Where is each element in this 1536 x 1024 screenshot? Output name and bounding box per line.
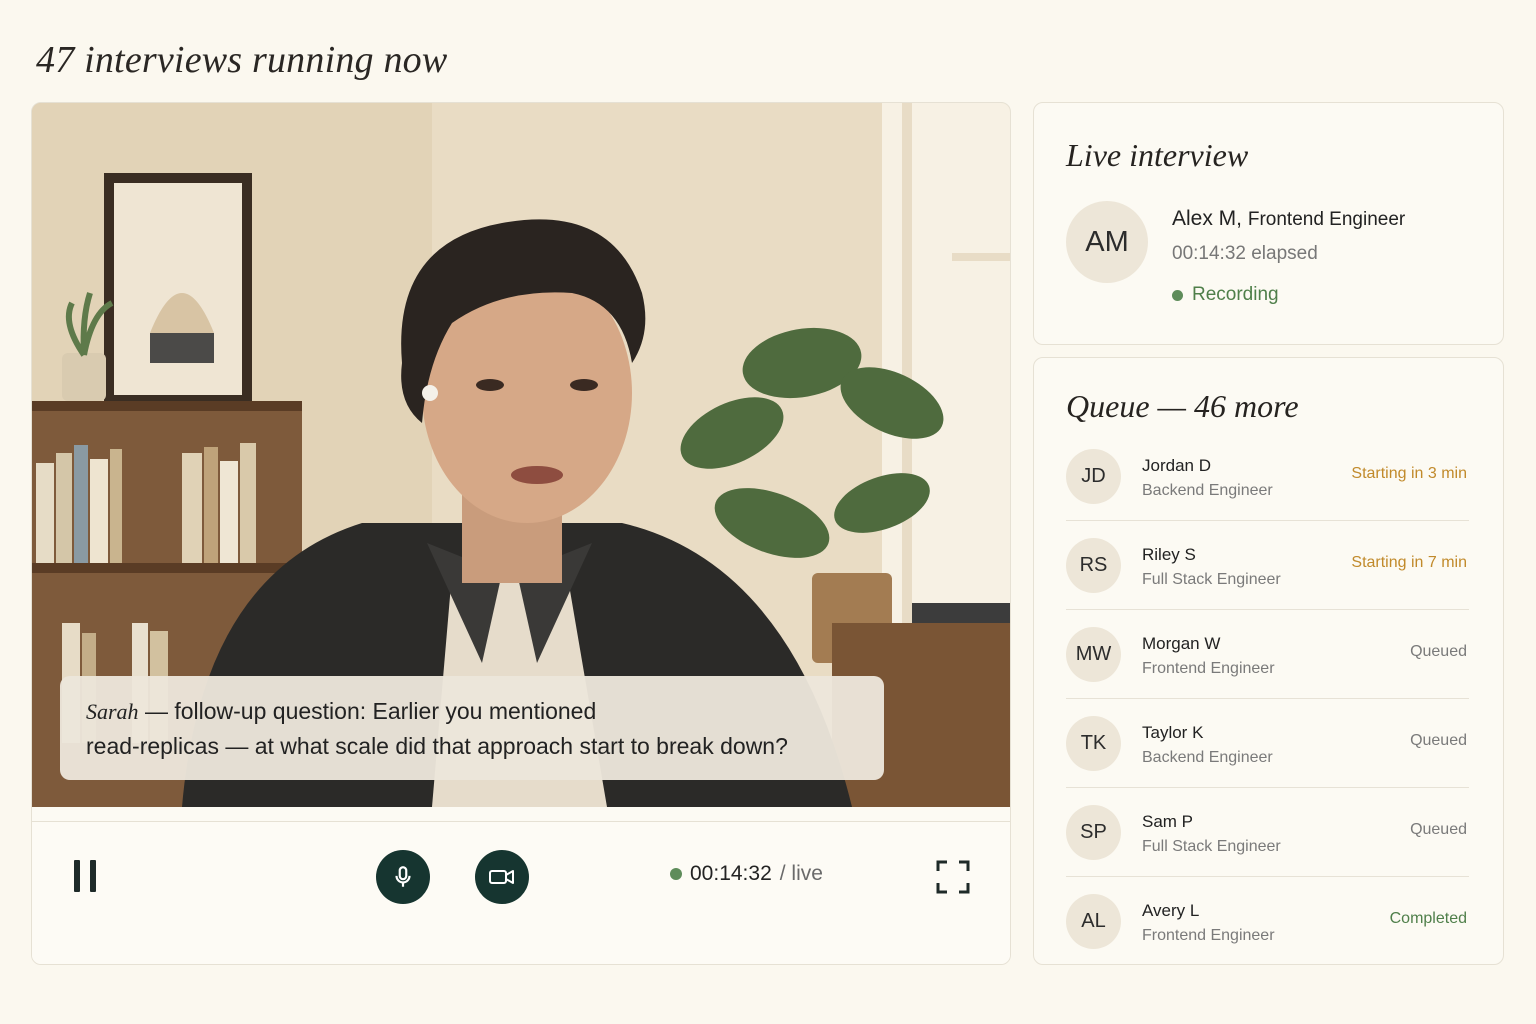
call-timer: 00:14:32 / live (670, 862, 823, 886)
queue-status: Starting in 7 min (1351, 554, 1467, 571)
avatar: TK (1066, 716, 1121, 771)
queue-status: Starting in 3 min (1351, 465, 1467, 482)
caption-separator: — (138, 698, 175, 724)
video-camera-icon (489, 870, 514, 884)
live-indicator-dot (670, 868, 682, 880)
fullscreen-icon (936, 860, 970, 894)
page-title: 47 interviews running now (36, 39, 448, 81)
candidate-name-role: Alex M, Frontend Engineer (1172, 207, 1405, 231)
caption-line-1: follow-up question: Earlier you mentione… (174, 698, 597, 724)
camera-button[interactable] (475, 850, 529, 904)
queue-name: Jordan D (1142, 456, 1211, 475)
list-item[interactable]: AL Avery L Frontend Engineer Completed (1066, 877, 1469, 966)
queue-role: Full Stack Engineer (1142, 838, 1281, 855)
avatar: RS (1066, 538, 1121, 593)
queue-status: Queued (1410, 643, 1467, 660)
recording-label: Recording (1192, 284, 1279, 305)
avatar: SP (1066, 805, 1121, 860)
queue-name: Avery L (1142, 901, 1200, 920)
video-panel: Sarah — follow-up question: Earlier you … (31, 102, 1011, 965)
pause-button[interactable] (72, 860, 100, 894)
caption-speaker: Sarah (86, 699, 139, 724)
pause-icon-bar (90, 860, 96, 892)
queue-role: Frontend Engineer (1142, 927, 1275, 944)
queue-role: Full Stack Engineer (1142, 571, 1281, 588)
queue-name: Sam P (1142, 812, 1194, 831)
queue-role: Backend Engineer (1142, 482, 1273, 499)
microphone-icon (395, 866, 411, 887)
queue-name: Taylor K (1142, 723, 1204, 742)
timer-value: 00:14:32 (690, 862, 772, 885)
queue-role: Backend Engineer (1142, 749, 1273, 766)
microphone-button[interactable] (376, 850, 430, 904)
list-item[interactable]: MW Morgan W Frontend Engineer Queued (1066, 610, 1469, 699)
timer-live-label: / live (779, 862, 823, 885)
queue-list: JD Jordan D Backend Engineer Starting in… (1066, 432, 1469, 966)
queue-status: Queued (1410, 732, 1467, 749)
queue-status: Queued (1410, 821, 1467, 838)
list-item[interactable]: SP Sam P Full Stack Engineer Queued (1066, 788, 1469, 877)
avatar: JD (1066, 449, 1121, 504)
list-item[interactable]: TK Taylor K Backend Engineer Queued (1066, 699, 1469, 788)
pause-icon (74, 860, 80, 892)
video-feed[interactable]: Sarah — follow-up question: Earlier you … (32, 103, 1010, 807)
caption-line-2: read-replicas — at what scale did that a… (86, 733, 788, 759)
queue-name: Riley S (1142, 545, 1196, 564)
candidate-role: Frontend Engineer (1247, 209, 1406, 230)
list-item[interactable]: JD Jordan D Backend Engineer Starting in… (1066, 432, 1469, 521)
live-interview-title: Live interview (1066, 137, 1249, 173)
live-caption: Sarah — follow-up question: Earlier you … (60, 676, 884, 780)
video-controls: 00:14:32 / live (32, 821, 1010, 964)
recording-dot (1172, 289, 1183, 301)
live-interview-card: Live interview AM Alex M, Frontend Engin… (1033, 102, 1504, 345)
candidate-name: Alex M, (1172, 207, 1243, 230)
recording-status: Recording (1172, 284, 1279, 306)
elapsed-time: 00:14:32 elapsed (1172, 243, 1318, 264)
queue-title: Queue — 46 more (1066, 388, 1299, 424)
list-item[interactable]: RS Riley S Full Stack Engineer Starting … (1066, 521, 1469, 610)
queue-role: Frontend Engineer (1142, 660, 1275, 677)
avatar: AM (1066, 201, 1148, 283)
queue-card: Queue — 46 more JD Jordan D Backend Engi… (1033, 357, 1504, 965)
avatar: AL (1066, 894, 1121, 949)
fullscreen-button[interactable] (936, 860, 970, 894)
queue-name: Morgan W (1142, 634, 1221, 653)
avatar: MW (1066, 627, 1121, 682)
queue-status: Completed (1389, 910, 1467, 927)
